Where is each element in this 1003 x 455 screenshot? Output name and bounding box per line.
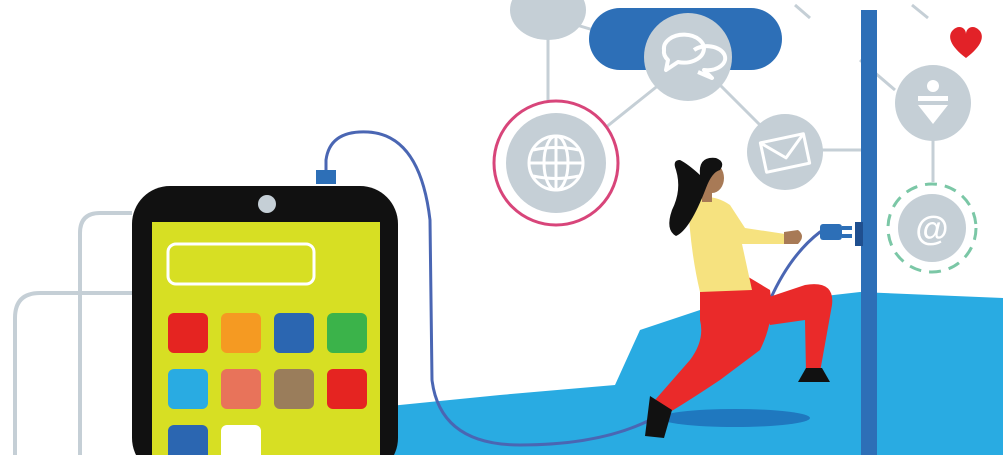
user-node (895, 65, 971, 141)
mail-node (747, 114, 823, 190)
globe-node (492, 99, 620, 227)
app-tile (327, 369, 367, 409)
at-node: @ (886, 182, 978, 274)
network-plug-illustration: @ (13, 0, 1003, 455)
app-tile (274, 369, 314, 409)
woman-hand (784, 230, 802, 244)
globe-icon (527, 134, 585, 192)
phone (132, 186, 398, 455)
app-tile (168, 313, 208, 353)
circuit-lines (13, 211, 132, 455)
app-tile (221, 313, 261, 353)
network-node-top (510, 0, 586, 40)
app-tile (168, 425, 208, 455)
wall-outlet (855, 222, 863, 246)
app-tile (221, 425, 261, 455)
plug (820, 224, 852, 240)
heart-icon (950, 27, 982, 58)
app-tile (327, 313, 367, 353)
phone-camera (258, 195, 276, 213)
app-tile (168, 369, 208, 409)
at-sign-icon: @ (915, 210, 948, 248)
app-tile (274, 313, 314, 353)
woman-shirt (688, 196, 786, 292)
app-tile (221, 369, 261, 409)
cable-connector (316, 170, 336, 184)
wall-pole (861, 10, 877, 455)
chat-node (644, 13, 732, 101)
floor-shadow (660, 409, 810, 427)
